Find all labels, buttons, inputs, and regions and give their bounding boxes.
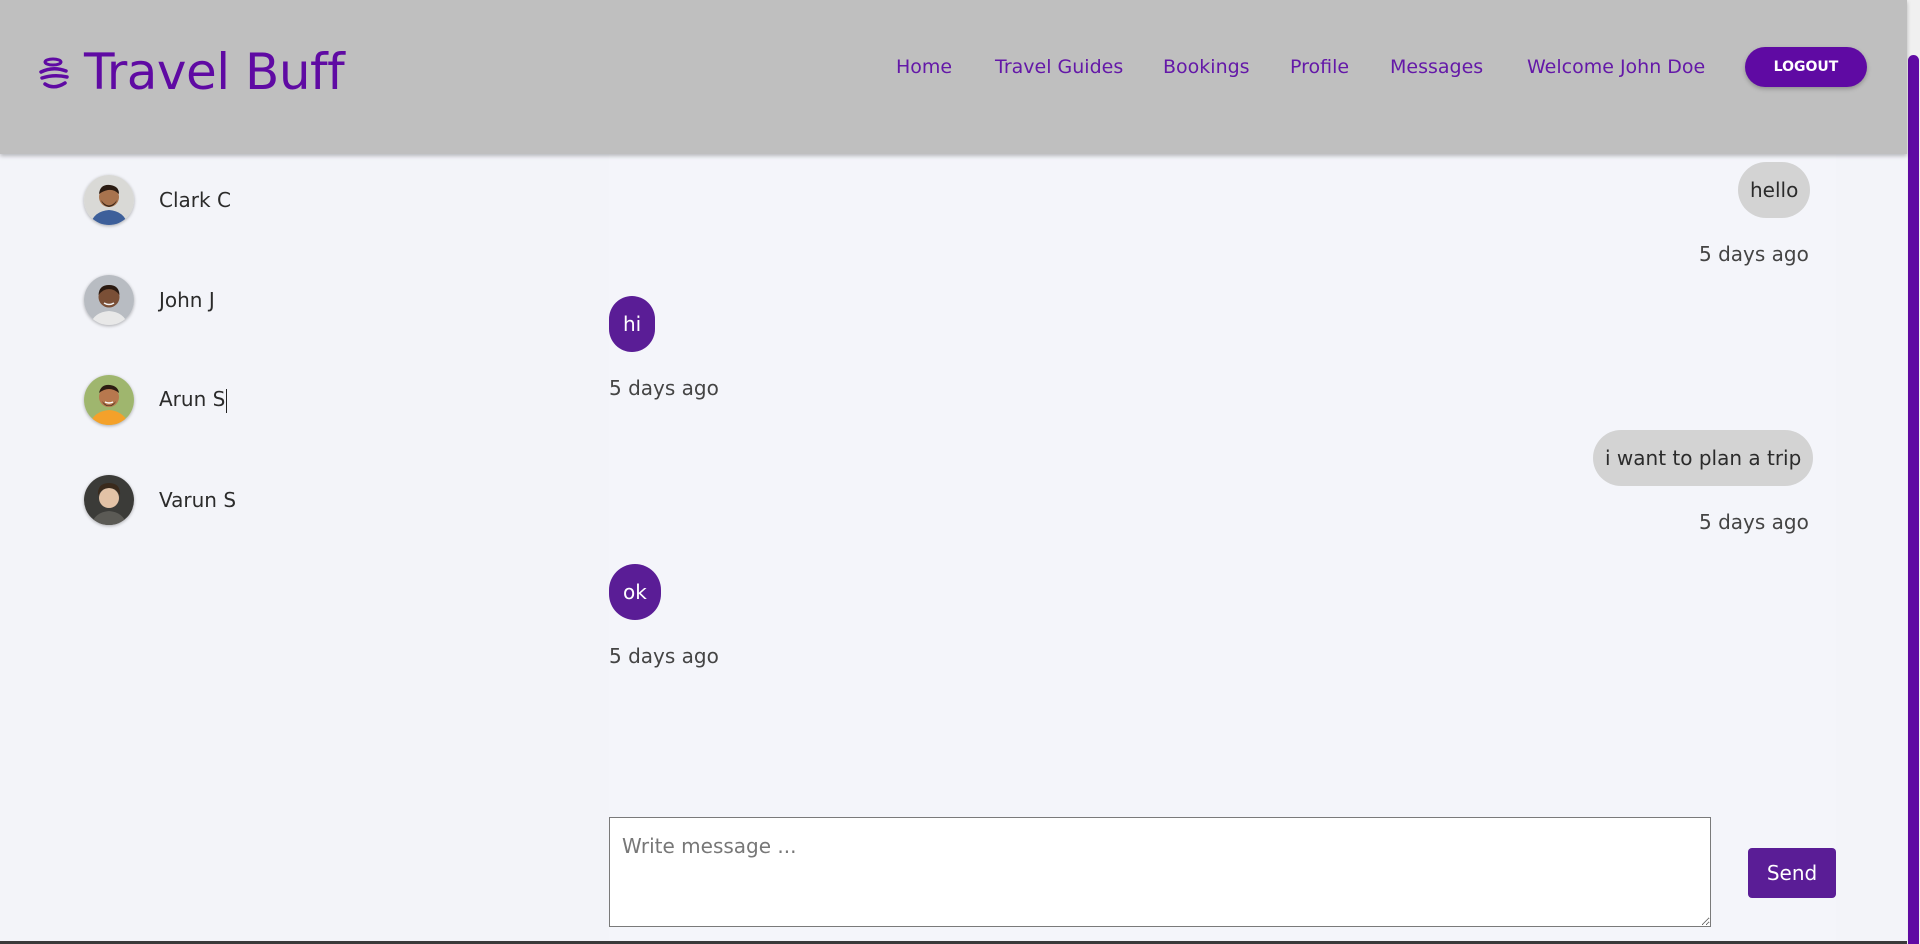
contact-item[interactable]: Clark C bbox=[84, 175, 384, 225]
nav-home-link[interactable]: Home bbox=[896, 52, 952, 82]
message-timestamp: 5 days ago bbox=[609, 376, 719, 400]
message-bubble-received: hi bbox=[609, 296, 656, 352]
contact-name: John J bbox=[159, 288, 215, 312]
avatar bbox=[84, 375, 134, 425]
message-timestamp: 5 days ago bbox=[1699, 510, 1809, 534]
message-bubble-sent: hello bbox=[1738, 162, 1811, 218]
message-input[interactable] bbox=[609, 817, 1711, 927]
nav-travel-guides-link[interactable]: Travel Guides bbox=[995, 52, 1123, 82]
contact-item[interactable]: Arun S bbox=[84, 375, 384, 425]
contact-item[interactable]: Varun S bbox=[84, 475, 384, 525]
nav-bookings-link[interactable]: Bookings bbox=[1163, 52, 1250, 82]
main-nav: Home Travel Guides Bookings Profile Mess… bbox=[0, 52, 1907, 82]
message-timestamp: 5 days ago bbox=[609, 644, 719, 668]
nav-messages-link[interactable]: Messages bbox=[1390, 52, 1483, 82]
contact-name: Clark C bbox=[159, 188, 231, 212]
welcome-user-link[interactable]: Welcome John Doe bbox=[1527, 52, 1705, 82]
contact-name-text: Arun S bbox=[159, 387, 226, 412]
text-cursor bbox=[226, 388, 228, 413]
send-button[interactable]: Send bbox=[1748, 848, 1836, 898]
nav-profile-link[interactable]: Profile bbox=[1290, 52, 1349, 82]
logout-button[interactable]: LOGOUT bbox=[1745, 47, 1867, 87]
contact-name: Varun S bbox=[159, 488, 237, 512]
contact-item[interactable]: John J bbox=[84, 275, 384, 325]
message-bubble-sent: i want to plan a trip bbox=[1593, 430, 1814, 486]
top-navbar: Travel Buff Home Travel Guides Bookings … bbox=[0, 0, 1907, 154]
avatar bbox=[84, 275, 134, 325]
avatar bbox=[84, 175, 134, 225]
page-scrollbar-thumb[interactable] bbox=[1908, 55, 1919, 944]
contact-name: Arun S bbox=[159, 387, 228, 413]
avatar bbox=[84, 475, 134, 525]
message-bubble-received: ok bbox=[609, 564, 661, 620]
message-timestamp: 5 days ago bbox=[1699, 242, 1809, 266]
